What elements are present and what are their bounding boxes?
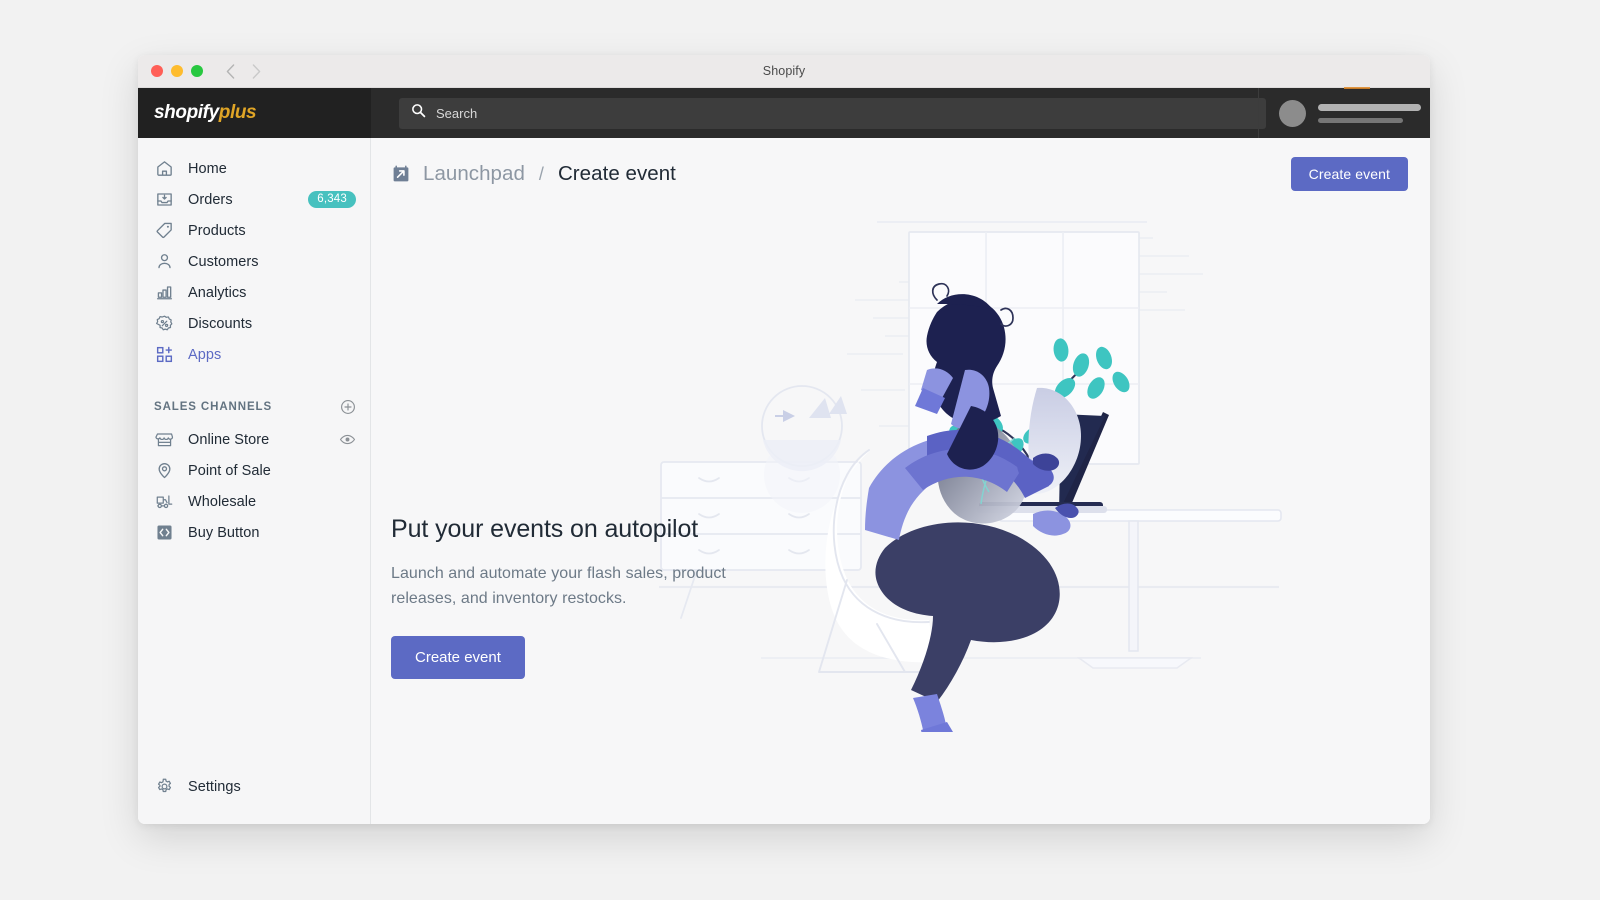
sidebar-item-products[interactable]: Products [138,215,370,246]
sidebar-item-discounts[interactable]: Discounts [138,308,370,339]
plus-circle-icon[interactable] [340,399,356,415]
sidebar-item-orders[interactable]: Orders 6,343 [138,184,370,215]
breadcrumb-current: Create event [557,162,676,185]
sidebar: Home Orders 6,343 Products Customers Ana… [138,138,371,824]
search-placeholder: Search [436,105,478,121]
code-brackets-icon [154,523,174,543]
sidebar-item-wholesale[interactable]: Wholesale [138,486,370,517]
user-menu[interactable] [1258,87,1430,138]
maximize-window-button[interactable] [191,65,203,77]
user-name-placeholder-bar [1318,103,1421,111]
sidebar-item-label: Settings [188,778,241,795]
sales-channels-header: SALES CHANNELS [138,396,370,418]
sidebar-footer: Settings [138,771,370,802]
main-content: Launchpad / Create event Create event Pu… [371,138,1430,824]
app-topbar: shopifyplus Search [138,87,1430,138]
forklift-icon [154,492,174,512]
sidebar-item-label: Online Store [188,431,270,448]
empty-state-create-event-button[interactable]: Create event [391,636,525,679]
user-name-skeleton [1318,103,1421,123]
sidebar-item-online-store[interactable]: Online Store [138,424,370,455]
window-controls [151,65,203,77]
global-search[interactable]: Search [399,97,1266,129]
apps-grid-plus-icon [154,345,174,365]
gear-icon [154,777,174,797]
back-chevron-icon[interactable] [226,63,235,79]
empty-state: Put your events on autopilot Launch and … [371,210,1430,824]
window-titlebar: Shopify [138,55,1430,88]
avatar [1279,99,1306,127]
discounts-percent-icon [154,314,174,334]
breadcrumb-parent-link[interactable]: Launchpad [423,162,525,186]
orders-icon [154,190,174,210]
sidebar-item-label: Point of Sale [188,462,271,479]
sidebar-item-apps[interactable]: Apps [138,339,370,370]
topbar-main: Search [371,87,1430,138]
sidebar-item-label: Discounts [188,315,253,332]
forward-chevron-icon[interactable] [252,63,261,79]
sidebar-item-label: Wholesale [188,493,257,510]
logo-plus-text: plus [218,102,257,123]
sidebar-item-analytics[interactable]: Analytics [138,277,370,308]
logo-shopify-text: shopify [154,102,219,123]
sidebar-item-customers[interactable]: Customers [138,246,370,277]
breadcrumb: Launchpad / Create event [391,162,676,186]
launchpad-calendar-arrow-icon [391,164,411,184]
storefront-icon [154,430,174,450]
search-icon [411,103,426,123]
home-icon [154,159,174,179]
app-window: Shopify shopifyplus Search Home Orders 6… [138,55,1430,824]
sidebar-item-label: Home [188,160,227,177]
window-nav-arrows [226,63,261,79]
screen: Shopify shopifyplus Search Home Orders 6… [0,0,1600,900]
page-header: Launchpad / Create event Create event [371,138,1430,210]
empty-state-copy: Put your events on autopilot Launch and … [391,515,751,679]
sidebar-item-label: Customers [188,253,259,270]
sidebar-item-label: Apps [188,346,222,363]
sidebar-item-buy-button[interactable]: Buy Button [138,517,370,548]
products-tag-icon [154,221,174,241]
close-window-button[interactable] [151,65,163,77]
sidebar-item-settings[interactable]: Settings [138,771,370,802]
sidebar-item-label: Analytics [188,284,247,301]
sidebar-item-label: Products [188,222,246,239]
minimize-window-button[interactable] [171,65,183,77]
location-pin-icon [154,461,174,481]
orders-count-badge: 6,343 [308,191,356,208]
sidebar-item-home[interactable]: Home [138,153,370,184]
user-store-placeholder-bar [1318,117,1403,123]
app-body: Home Orders 6,343 Products Customers Ana… [138,138,1430,824]
empty-state-description: Launch and automate your flash sales, pr… [391,565,726,607]
customers-person-icon [154,252,174,272]
window-title: Shopify [762,64,806,78]
sidebar-item-point-of-sale[interactable]: Point of Sale [138,455,370,486]
empty-state-heading: Put your events on autopilot [391,515,699,543]
sidebar-item-label: Buy Button [188,524,260,541]
breadcrumb-separator: / [538,163,544,184]
analytics-bars-icon [154,283,174,303]
brand-logo[interactable]: shopifyplus [138,88,371,138]
topbar-accent-mark [1344,87,1370,89]
eye-icon[interactable] [339,431,356,448]
sales-channels-title: SALES CHANNELS [154,401,273,413]
sidebar-item-label: Orders [188,191,233,208]
header-create-event-button[interactable]: Create event [1290,157,1408,191]
